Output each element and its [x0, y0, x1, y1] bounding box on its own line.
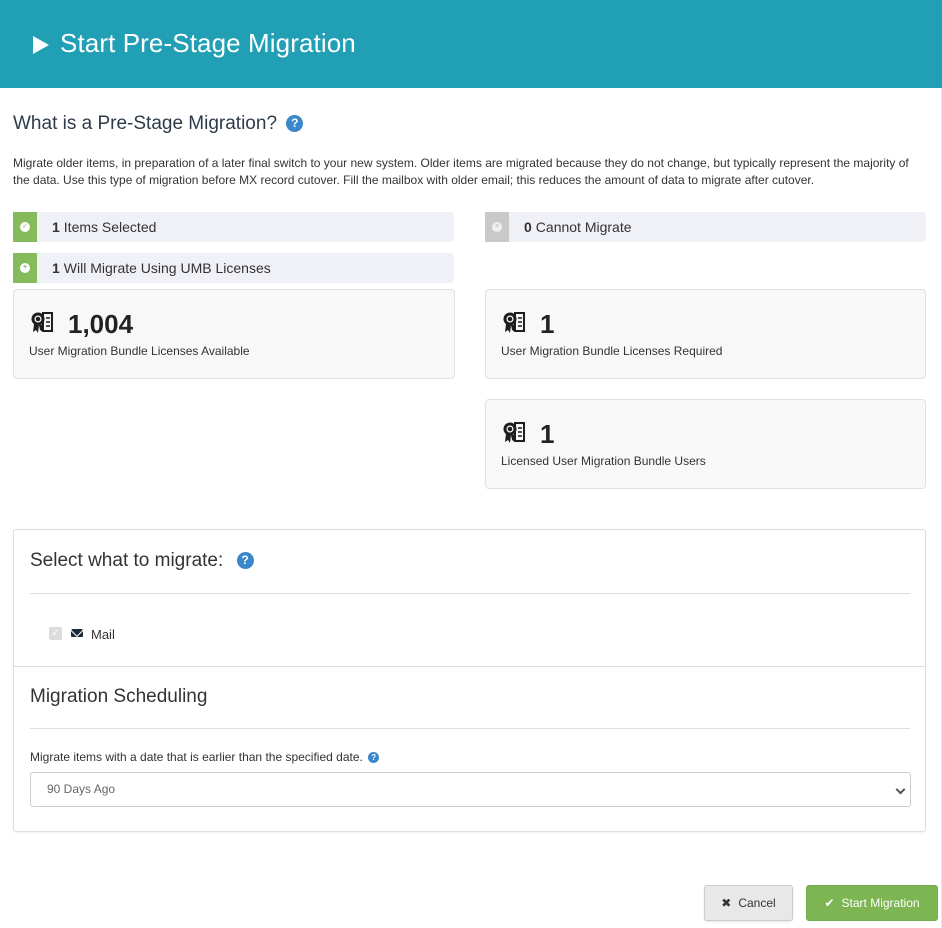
divider — [30, 728, 910, 729]
date-select[interactable]: 90 Days Ago — [30, 772, 911, 807]
x-circle-icon: × — [492, 222, 502, 232]
card-licenses-available: 1,004 User Migration Bundle Licenses Ava… — [13, 289, 455, 379]
card-licensed-users: 1 Licensed User Migration Bundle Users — [485, 399, 926, 489]
start-migration-button[interactable]: ✔ Start Migration — [806, 885, 938, 921]
play-icon — [33, 36, 49, 54]
mail-checkbox[interactable]: ✓ — [49, 627, 62, 640]
certificate-icon — [503, 422, 525, 443]
date-select-value: 90 Days Ago — [47, 782, 116, 796]
will-migrate-label: Will Migrate Using UMB Licenses — [63, 260, 271, 276]
licenses-required-label: User Migration Bundle Licenses Required — [501, 344, 723, 358]
licensed-users-value: 1 — [540, 419, 555, 449]
intro-heading: What is a Pre-Stage Migration? ? — [13, 113, 304, 135]
items-selected-count: 1 — [52, 219, 60, 235]
certificate-icon — [503, 312, 525, 333]
question-circle-icon[interactable]: ? — [286, 115, 304, 132]
section-divider — [14, 666, 925, 667]
licenses-available-value: 1,004 — [68, 309, 134, 339]
card-licenses-required: 1 User Migration Bundle Licenses Require… — [485, 289, 926, 379]
licenses-required-value: 1 — [540, 309, 555, 339]
licensed-users-label: Licensed User Migration Bundle Users — [501, 454, 706, 468]
scheduling-title: Migration Scheduling — [30, 686, 208, 707]
mail-label: Mail — [91, 627, 115, 642]
intro-title: What is a Pre-Stage Migration? — [13, 113, 278, 134]
select-what-title: Select what to migrate: — [30, 550, 224, 571]
times-icon: ✖ — [721, 896, 732, 910]
date-field-label-text: Migrate items with a date that is earlie… — [30, 750, 363, 764]
check-icon: ✔ — [824, 896, 835, 910]
certificate-icon — [31, 312, 53, 333]
plus-circle-icon: + — [20, 263, 30, 273]
options-panel: Select what to migrate: ? ✓ Mail Migrati… — [13, 529, 926, 832]
cannot-migrate-label: Cannot Migrate — [535, 219, 632, 235]
divider — [30, 593, 910, 594]
status-badge: × — [485, 212, 509, 242]
intro-description: Migrate older items, in preparation of a… — [13, 156, 909, 187]
modal-header: Start Pre-Stage Migration — [0, 0, 942, 88]
chevron-down-icon — [895, 784, 906, 795]
cannot-migrate-count: 0 — [524, 219, 532, 235]
cancel-button[interactable]: ✖ Cancel — [704, 885, 793, 921]
envelope-icon — [71, 629, 83, 637]
start-migration-label: Start Migration — [841, 896, 920, 910]
modal-title: Start Pre-Stage Migration — [60, 28, 356, 58]
licenses-available-label: User Migration Bundle Licenses Available — [29, 344, 250, 358]
will-migrate-count: 1 — [52, 260, 60, 276]
status-cannot-migrate: × 0 Cannot Migrate — [485, 212, 926, 242]
status-will-migrate: + 1 Will Migrate Using UMB Licenses — [13, 253, 454, 283]
select-what-heading: Select what to migrate: ? — [30, 550, 254, 572]
cancel-label: Cancel — [738, 896, 776, 910]
status-badge: ✓ — [13, 212, 37, 242]
items-selected-label: Items Selected — [63, 219, 157, 235]
status-badge: + — [13, 253, 37, 283]
question-circle-icon[interactable]: ? — [236, 552, 254, 569]
check-circle-icon: ✓ — [20, 222, 30, 232]
date-field-label: Migrate items with a date that is earlie… — [30, 750, 380, 764]
status-items-selected: ✓ 1 Items Selected — [13, 212, 454, 242]
question-circle-icon[interactable]: ? — [368, 752, 380, 763]
